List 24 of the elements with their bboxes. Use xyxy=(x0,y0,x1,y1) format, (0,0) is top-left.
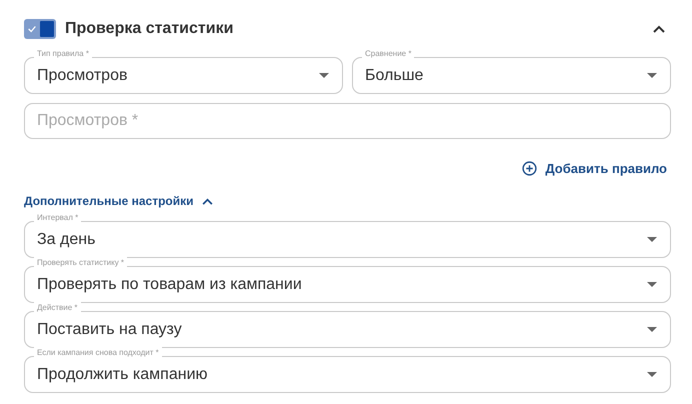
field-label: Если кампания снова подходит * xyxy=(34,347,162,359)
select-field[interactable]: Продолжить кампанию xyxy=(24,356,671,393)
checkbox[interactable] xyxy=(24,19,56,39)
field-label: Сравнение * xyxy=(362,48,414,60)
field-label: Действие * xyxy=(34,302,81,314)
select-field[interactable]: Больше xyxy=(352,57,671,94)
caret-icon xyxy=(647,327,657,332)
caret-icon xyxy=(319,73,329,78)
chevron-icon[interactable] xyxy=(653,25,665,33)
section-title: Проверка статистики xyxy=(65,20,234,38)
select-field[interactable]: Просмотров xyxy=(24,57,343,94)
select-field[interactable]: Проверять по товарам из кампании xyxy=(24,266,671,303)
add-rule-button[interactable]: Добавить правило xyxy=(522,161,671,176)
advanced-settings-toggle[interactable]: Дополнительные настройки xyxy=(24,194,212,208)
check-icon xyxy=(27,24,37,34)
caret-icon xyxy=(647,237,657,242)
caret-icon xyxy=(647,372,657,377)
field-label: Интервал * xyxy=(34,212,82,224)
input-field[interactable]: Просмотров * xyxy=(24,103,671,139)
field-label: Тип правила * xyxy=(34,48,92,60)
plus-icon xyxy=(522,161,538,176)
caret-icon xyxy=(647,282,657,287)
caret-icon xyxy=(647,73,657,78)
field-label: Проверять статистику * xyxy=(34,257,128,269)
